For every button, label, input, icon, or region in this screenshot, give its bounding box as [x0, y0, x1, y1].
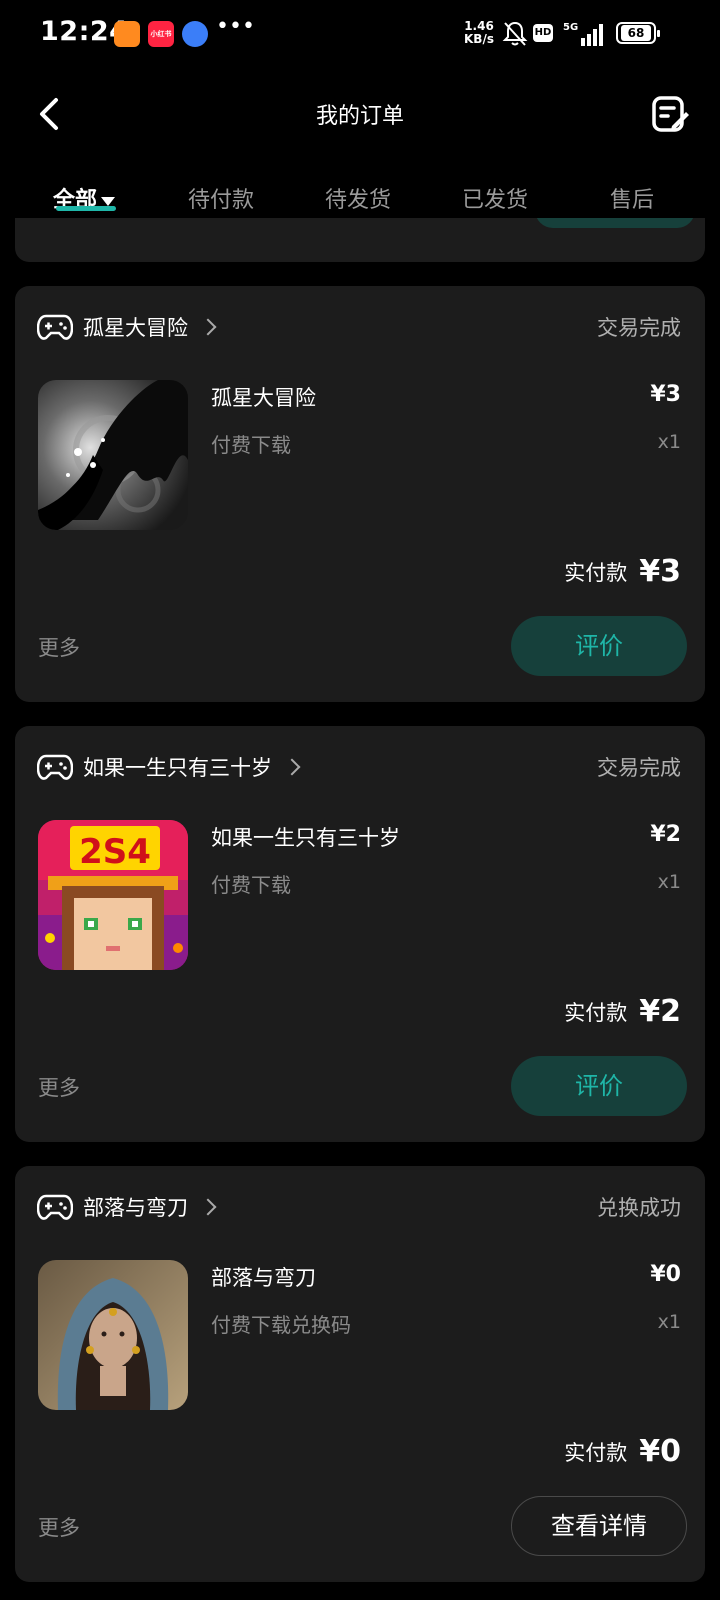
gamepad-icon	[37, 314, 73, 340]
active-tab-indicator	[56, 206, 116, 211]
xiaohongshu-app-icon: 小红书	[148, 21, 174, 47]
browser-app-icon	[182, 21, 208, 47]
chevron-right-icon	[199, 1198, 217, 1216]
game-thumbnail[interactable]: 2S4	[38, 820, 188, 970]
review-button[interactable]: 评价	[511, 616, 687, 676]
order-status: 交易完成	[597, 756, 681, 780]
order-card: 如果一生只有三十岁 交易完成 2S4 如果一生只有三十岁 付费下载 ¥2 x1 …	[15, 726, 705, 1142]
store-link[interactable]: 孤星大冒险	[83, 312, 217, 342]
view-details-button[interactable]: 查看详情	[511, 1496, 687, 1556]
page-title: 我的订单	[315, 104, 404, 129]
item-name: 部落与弯刀	[211, 1266, 316, 1290]
status-bar: 12:24 小红书 ••• 1.46 KB/s HD 5G 68	[0, 0, 720, 70]
tab-after-sales[interactable]: 售后	[610, 182, 654, 214]
item-type: 付费下载兑换码	[211, 1313, 351, 1337]
order-card: 部落与弯刀 兑换成功 部落与弯刀 付费下载兑换码 ¥0 x1 实付款 ¥0 更多…	[15, 1166, 705, 1582]
paid-total: 实付款 ¥3	[564, 554, 681, 589]
more-button[interactable]: 更多	[38, 632, 80, 662]
svg-text:5G: 5G	[563, 22, 578, 33]
game-thumbnail[interactable]	[38, 1260, 188, 1410]
item-price: ¥2	[650, 822, 681, 847]
store-link[interactable]: 如果一生只有三十岁	[83, 752, 301, 782]
item-price: ¥0	[650, 1262, 681, 1287]
more-button[interactable]: 更多	[38, 1072, 80, 1102]
edit-note-icon[interactable]	[650, 94, 690, 134]
item-quantity: x1	[657, 1311, 681, 1333]
tab-pending-payment[interactable]: 待付款	[188, 182, 254, 214]
order-card-partial	[15, 218, 705, 262]
paid-label: 实付款	[564, 1440, 628, 1465]
taobao-app-icon	[114, 21, 140, 47]
more-button[interactable]: 更多	[38, 1512, 80, 1542]
paid-label: 实付款	[564, 560, 628, 585]
order-card: 孤星大冒险 交易完成 孤星大冒险 付费下载 ¥3 x1 实付款 ¥3 更多 评价	[15, 286, 705, 702]
item-quantity: x1	[657, 431, 681, 453]
app-header: 我的订单	[0, 70, 720, 160]
order-status: 交易完成	[597, 316, 681, 340]
paid-label: 实付款	[564, 1000, 628, 1025]
paid-amount: ¥2	[639, 994, 681, 1029]
gamepad-icon	[37, 1194, 73, 1220]
caret-down-icon	[101, 196, 116, 206]
game-thumbnail[interactable]	[38, 380, 188, 530]
tab-shipped[interactable]: 已发货	[462, 182, 528, 214]
chevron-right-icon	[199, 318, 217, 336]
order-status: 兑换成功	[597, 1196, 681, 1220]
item-name: 如果一生只有三十岁	[211, 826, 400, 850]
hd-badge: HD	[533, 24, 553, 42]
item-price: ¥3	[650, 382, 681, 407]
store-link[interactable]: 部落与弯刀	[83, 1192, 217, 1222]
item-name: 孤星大冒险	[211, 386, 316, 410]
paid-amount: ¥3	[639, 554, 681, 589]
tab-pending-shipment[interactable]: 待发货	[325, 182, 391, 214]
signal-icon: 5G	[563, 22, 603, 46]
paid-total: 实付款 ¥0	[564, 1434, 681, 1469]
battery-icon: 68	[616, 22, 660, 44]
item-type: 付费下载	[211, 873, 291, 897]
paid-total: 实付款 ¥2	[564, 994, 681, 1029]
svg-text:2S4: 2S4	[79, 832, 151, 872]
item-type: 付费下载	[211, 433, 291, 457]
paid-amount: ¥0	[639, 1434, 681, 1469]
gamepad-icon	[37, 754, 73, 780]
review-button[interactable]: 评价	[511, 1056, 687, 1116]
bell-off-icon	[502, 21, 528, 46]
item-quantity: x1	[657, 871, 681, 893]
chevron-right-icon	[283, 758, 301, 776]
network-speed: 1.46 KB/s	[464, 19, 494, 46]
more-notifications-icon: •••	[216, 14, 255, 39]
action-button-partial[interactable]	[535, 218, 695, 228]
